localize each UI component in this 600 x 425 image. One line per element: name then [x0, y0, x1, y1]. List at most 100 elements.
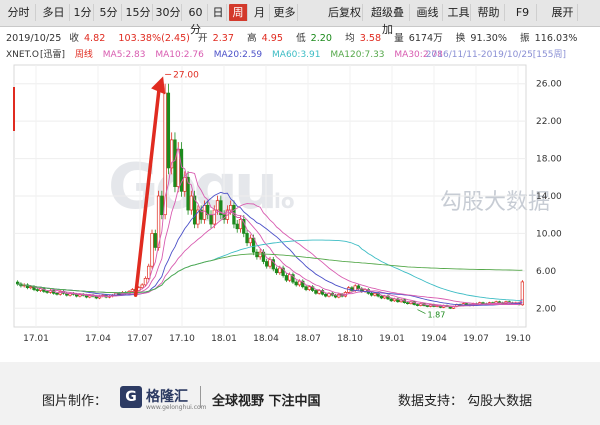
candle-body	[35, 289, 39, 291]
candle-body	[337, 293, 341, 298]
footer: 图片制作： G 格隆汇 www.gelonghui.com 全球视野 下注中国 …	[0, 362, 600, 425]
close-group: 收 4.82	[69, 33, 110, 44]
slogan: 全球视野 下注中国	[212, 394, 321, 409]
candle-body	[425, 305, 429, 307]
toolbar-button-1[interactable]: 多日	[38, 4, 70, 21]
ma5-line	[17, 147, 523, 308]
turnover-label: 换	[455, 33, 466, 44]
toolbar-button-3[interactable]: 5分	[96, 4, 122, 21]
candle-body	[245, 233, 249, 244]
x-tick-label: 19.04	[421, 334, 447, 344]
trend-arrow-shaft	[133, 86, 161, 297]
candle-body	[317, 290, 321, 294]
candle-body	[209, 214, 213, 225]
toolbar-button-13[interactable]: 画线	[413, 4, 443, 21]
toolbar-button-9[interactable]: 月	[250, 4, 270, 21]
candle-body	[248, 237, 252, 244]
toolbar-button-8[interactable]: 周	[229, 4, 248, 21]
candlestick-chart[interactable]: 26.00 22.00 18.00 14.00 10.00 6.00 2.00 17.01 17…	[0, 57, 600, 362]
quote-info-row: 2019/10/25 收 4.82 103.38%(2.45) 开 2.37 高 4.…	[6, 30, 587, 44]
toolbar-button-7[interactable]: 日	[210, 4, 227, 21]
toolbar-button-4[interactable]: 15分	[124, 4, 153, 21]
change-value: 103.38%(2.45)	[118, 33, 190, 44]
footer-divider	[200, 386, 201, 408]
y-tick-label: 6.00	[536, 267, 556, 277]
candle-body	[15, 281, 20, 285]
candle-body	[406, 302, 410, 305]
toolbar-button-10[interactable]: 更多	[272, 4, 298, 21]
x-tick-label: 17.04	[85, 334, 111, 344]
data-support-label: 数据支持： 勾股大数据	[398, 394, 533, 409]
candle-body	[130, 289, 134, 292]
candle-body	[147, 265, 151, 279]
turnover-group: 换 91.30%	[456, 33, 512, 44]
candle-body	[356, 285, 361, 289]
toolbar-button-16[interactable]: F9	[509, 4, 537, 21]
candle-body	[288, 274, 292, 281]
toolbar-button-2[interactable]: 1分	[72, 4, 94, 21]
y-tick-label: 22.00	[536, 117, 562, 127]
candle-body	[268, 259, 272, 267]
candle-body	[153, 233, 157, 248]
made-by-label: 图片制作：	[42, 394, 108, 409]
candle-body	[314, 290, 318, 294]
candle-body	[347, 287, 351, 293]
open-value: 2.37	[212, 33, 234, 44]
candle-body	[258, 251, 262, 258]
toolbar-button-11[interactable]: 后复权	[327, 4, 363, 21]
logo-icon: G	[120, 386, 142, 408]
toolbar-button-17[interactable]: 展开	[548, 4, 578, 21]
candle-body	[160, 195, 164, 216]
logo-name: 格隆汇	[146, 389, 188, 405]
x-tick-label: 19.01	[379, 334, 405, 344]
candle-body	[307, 286, 311, 290]
candle-body	[150, 233, 154, 267]
candle-body	[183, 176, 187, 192]
candle-body	[55, 292, 59, 295]
toolbar-button-15[interactable]: 帮助	[473, 4, 505, 21]
ma10-line	[17, 172, 523, 307]
volume-group: 量 6174万	[394, 33, 448, 44]
y-tick-label: 14.00	[536, 192, 562, 202]
candle-body	[265, 261, 269, 267]
candle-body	[274, 268, 279, 274]
candle-body	[229, 205, 233, 211]
peak-label: 27.00	[173, 70, 199, 80]
x-tick-label: 18.07	[295, 334, 321, 344]
avg-label: 均	[345, 33, 355, 44]
candle-body	[255, 251, 259, 258]
candle-body	[415, 304, 420, 306]
toolbar-button-0[interactable]: 分时	[2, 4, 36, 21]
candle-body	[278, 267, 282, 274]
candle-body	[324, 293, 328, 297]
toolbar-button-6[interactable]: 60分	[184, 4, 208, 36]
avg-group: 均 3.58	[345, 33, 386, 44]
candle-body	[304, 286, 308, 290]
candle-body	[143, 277, 148, 286]
y-tick-label: 10.00	[536, 229, 562, 239]
close-value: 4.82	[83, 33, 106, 44]
candle-body	[389, 298, 393, 302]
y-tick-label: 2.00	[536, 304, 556, 314]
candle-body	[166, 92, 171, 169]
toolbar-button-5[interactable]: 30分	[155, 4, 182, 21]
low-group: 低 2.20	[296, 33, 337, 44]
candle-body	[238, 219, 243, 230]
candle-body	[212, 209, 216, 225]
candle-body	[294, 281, 298, 286]
high-value: 4.95	[261, 33, 283, 44]
left-marker	[13, 87, 15, 131]
x-tick-label: 19.07	[463, 334, 489, 344]
candle-body	[215, 200, 220, 211]
open-label: 开	[198, 33, 208, 44]
candle-body	[235, 223, 239, 230]
candle-body	[369, 292, 374, 296]
candle-body	[45, 291, 49, 293]
volume-label: 量	[394, 33, 404, 44]
amplitude-label: 振	[520, 33, 530, 44]
x-tick-label: 17.01	[23, 334, 49, 344]
toolbar-button-12[interactable]: 超级叠加	[366, 4, 410, 36]
candle-body	[373, 292, 377, 296]
volume-value: 6174万	[408, 33, 443, 44]
toolbar-button-14[interactable]: 工具	[447, 4, 471, 21]
